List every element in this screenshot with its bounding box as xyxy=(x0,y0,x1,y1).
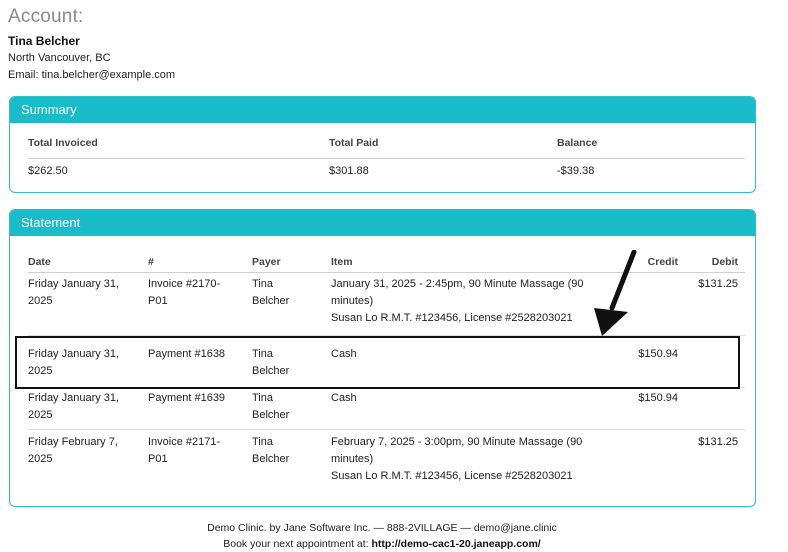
row-date-line: Friday January 31, xyxy=(28,278,120,290)
statement-title: Statement xyxy=(10,210,755,236)
row-date: Friday February 7, 2025 xyxy=(28,434,138,468)
row-payer: Tina Belcher xyxy=(252,390,312,424)
summary-header-total-invoiced: Total Invoiced xyxy=(28,137,98,149)
summary-balance: -$39.38 xyxy=(557,165,595,177)
row-item-line: January 31, 2025 - 2:45pm, 90 Minute Mas… xyxy=(331,278,584,290)
summary-header-total-paid: Total Paid xyxy=(329,137,379,149)
row-item-line: Susan Lo R.M.T. #123456, License #252820… xyxy=(331,312,573,324)
header-item: Item xyxy=(331,256,353,268)
summary-panel: Summary Total Invoiced Total Paid Balanc… xyxy=(9,96,756,193)
row-date-line: 2025 xyxy=(28,409,53,421)
row-payer-line: Tina xyxy=(252,436,273,448)
row-payer: Tina Belcher xyxy=(252,434,312,468)
row-item-line: Susan Lo R.M.T. #123456, License #252820… xyxy=(331,470,573,482)
row-number-line: Payment #1639 xyxy=(148,392,226,404)
row-payer-line: Belcher xyxy=(252,453,290,465)
account-email: Email: tina.belcher@example.com xyxy=(8,69,176,81)
row-item: February 7, 2025 - 3:00pm, 90 Minute Mas… xyxy=(331,434,621,485)
row-number-line: Invoice #2171- xyxy=(148,436,221,448)
row-item-line: minutes) xyxy=(331,295,374,307)
row-payer: Tina Belcher xyxy=(252,276,312,310)
row-date-line: Friday February 7, xyxy=(28,436,118,448)
header-date: Date xyxy=(28,256,51,268)
summary-header-balance: Balance xyxy=(557,137,598,149)
row-number-line: P01 xyxy=(148,295,168,307)
row-date-line: 2025 xyxy=(28,295,53,307)
arrow-pointer-icon xyxy=(594,250,637,336)
row-item-line: minutes) xyxy=(331,453,374,465)
account-heading: Account: xyxy=(8,6,84,27)
highlight-box xyxy=(15,336,740,389)
row-debit: $131.25 xyxy=(698,278,738,290)
row-item: Cash xyxy=(331,390,621,407)
row-date-line: 2025 xyxy=(28,453,53,465)
table-row: Friday February 7, 2025 Invoice #2171- P… xyxy=(28,434,745,494)
row-number-line: Invoice #2170- xyxy=(148,278,221,290)
account-name: Tina Belcher xyxy=(8,34,80,48)
row-item-line: February 7, 2025 - 3:00pm, 90 Minute Mas… xyxy=(331,436,583,448)
row-number-line: P01 xyxy=(148,453,168,465)
summary-title: Summary xyxy=(10,97,755,123)
footer-contact: Demo Clinic. by Jane Software Inc. — 888… xyxy=(207,522,557,534)
summary-total-invoiced: $262.50 xyxy=(28,165,68,177)
row-number: Invoice #2171- P01 xyxy=(148,434,238,468)
row-item: January 31, 2025 - 2:45pm, 90 Minute Mas… xyxy=(331,276,621,327)
header-payer: Payer xyxy=(252,256,281,268)
account-city: North Vancouver, BC xyxy=(8,52,111,64)
row-item-line: Cash xyxy=(331,392,357,404)
row-date: Friday January 31, 2025 xyxy=(28,276,138,310)
booking-link[interactable]: http://demo-cac1-20.janeapp.com/ xyxy=(372,538,541,550)
footer-booking: Book your next appointment at: http://de… xyxy=(0,538,764,550)
summary-header-row: Total Invoiced Total Paid Balance xyxy=(28,137,745,159)
row-number: Payment #1639 xyxy=(148,390,238,407)
row-payer-line: Tina xyxy=(252,278,273,290)
header-number: # xyxy=(148,256,154,268)
header-debit: Debit xyxy=(711,256,738,268)
row-date-line: Friday January 31, xyxy=(28,392,120,404)
row-number: Invoice #2170- P01 xyxy=(148,276,238,310)
table-row: Friday January 31, 2025 Payment #1639 Ti… xyxy=(28,390,745,430)
summary-total-paid: $301.88 xyxy=(329,165,369,177)
row-date: Friday January 31, 2025 xyxy=(28,390,138,424)
row-debit: $131.25 xyxy=(698,436,738,448)
footer-booking-label: Book your next appointment at: xyxy=(223,538,372,550)
row-payer-line: Belcher xyxy=(252,295,290,307)
row-payer-line: Belcher xyxy=(252,409,290,421)
row-payer-line: Tina xyxy=(252,392,273,404)
row-credit: $150.94 xyxy=(638,392,678,404)
